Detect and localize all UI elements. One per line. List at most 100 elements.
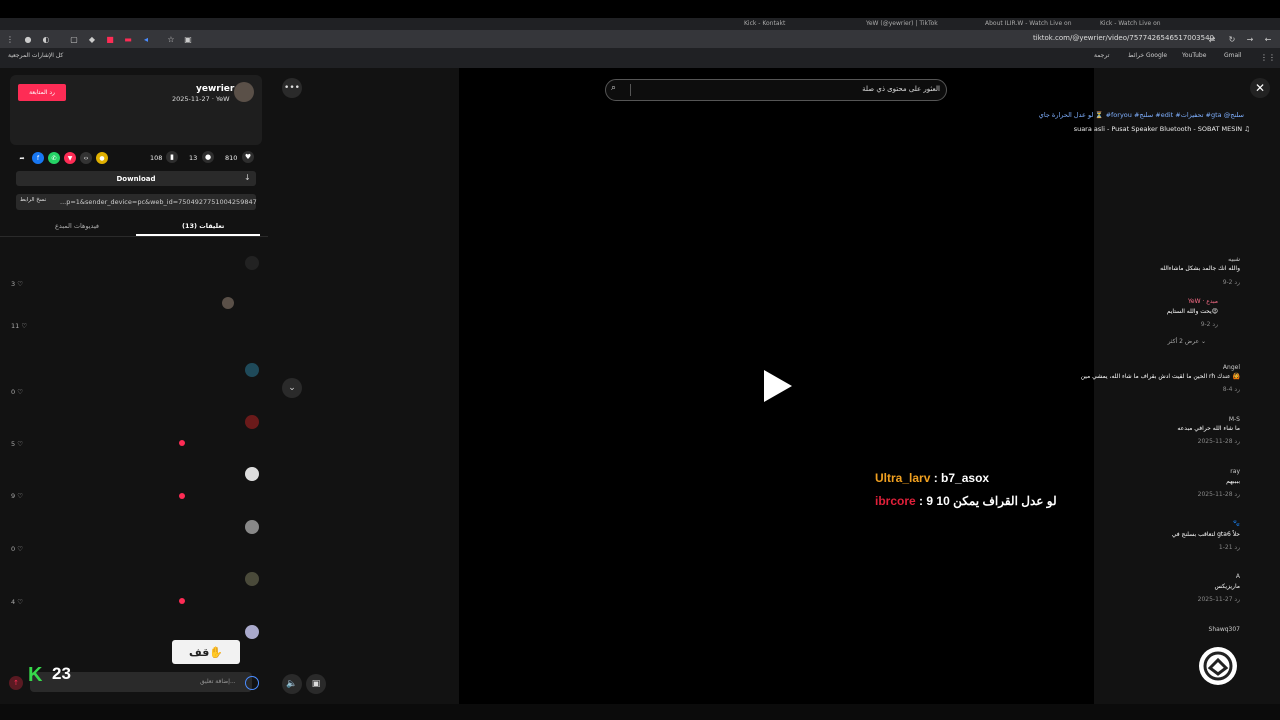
forward-icon[interactable]: →	[1244, 33, 1256, 45]
heart-icon[interactable]: ♥	[242, 151, 254, 163]
browser-tab[interactable]: About ILIR.W - Watch Live on	[985, 20, 1080, 30]
back-icon[interactable]: ←	[1262, 33, 1274, 45]
reload-icon[interactable]: ↻	[1226, 33, 1238, 45]
author-username[interactable]: yewrier	[196, 84, 234, 94]
download-arrow-icon: ↓	[244, 173, 251, 182]
all-bookmarks[interactable]: كل الإشارات المرجعية	[8, 52, 63, 59]
bookmark-star-icon[interactable]: ☆	[165, 33, 177, 45]
more-options-button[interactable]: •••	[282, 78, 302, 98]
extension-icon[interactable]: ▬	[122, 33, 134, 45]
comment-author[interactable]: YeW · مبدع	[1188, 298, 1218, 305]
comment-meta[interactable]: 9-2 رد	[1201, 321, 1218, 328]
avatar[interactable]	[245, 625, 259, 639]
copy-link-button[interactable]: نسخ الرابط	[20, 197, 46, 203]
close-icon[interactable]: ✕	[1250, 78, 1270, 98]
browser-tab[interactable]: Kick - Watch Live on	[1100, 20, 1195, 30]
comment-text: ماريزيكس	[1214, 583, 1240, 590]
comment-text: والله انك جالمد بشكل ماشاءالله	[1160, 265, 1240, 272]
post-comment-icon[interactable]: ↑	[9, 676, 23, 690]
window-top-strip	[0, 0, 1280, 18]
avatar[interactable]	[245, 363, 259, 377]
comment-likes[interactable]: 11 ♡	[11, 322, 27, 330]
coin-icon[interactable]: ●	[96, 152, 108, 164]
comment-meta[interactable]: 2025-11-27 رد	[1198, 596, 1240, 603]
bookmark-icon[interactable]: ▮	[166, 151, 178, 163]
tiktok-share-icon[interactable]: ▼	[64, 152, 76, 164]
avatar[interactable]	[245, 415, 259, 429]
facebook-icon[interactable]: f	[32, 152, 44, 164]
comment-likes[interactable]: 9 ♡	[11, 492, 23, 500]
avatar[interactable]	[245, 467, 259, 481]
comment-likes[interactable]: 0 ♡	[11, 545, 23, 553]
comment-author[interactable]: Angel	[1223, 364, 1240, 371]
comment-author[interactable]: A	[1236, 573, 1240, 580]
comment-author[interactable]: 🐾	[1233, 520, 1240, 527]
author-avatar[interactable]	[234, 82, 254, 102]
avatar[interactable]	[245, 256, 259, 270]
comment-author[interactable]: Shawq307	[1209, 626, 1240, 633]
extension-icon[interactable]: ●	[22, 33, 34, 45]
extension-icon[interactable]: ◂	[140, 33, 152, 45]
creator-liked-dot	[179, 493, 185, 499]
address-bar[interactable]: tiktok.com/@yewrier/video/75774265465170…	[1033, 34, 1214, 42]
site-settings-icon[interactable]: ⇄	[1206, 33, 1218, 45]
share-icon[interactable]: ➦	[16, 152, 28, 164]
comment-likes[interactable]: 5 ♡	[11, 440, 23, 448]
comment-author[interactable]: ray	[1230, 468, 1240, 475]
picture-in-picture-button[interactable]: ▣	[306, 674, 326, 694]
show-more-replies[interactable]: عرض 2 أكثر ⌄	[1168, 338, 1206, 345]
comment-text: يحت والله الستايم😍	[1166, 308, 1218, 315]
bookmark-youtube[interactable]: YouTube	[1182, 52, 1206, 59]
comment-likes[interactable]: 4 ♡	[11, 598, 23, 606]
embed-icon[interactable]: ‹›	[80, 152, 92, 164]
menu-icon[interactable]: ⋮	[4, 33, 16, 45]
browser-tab-active[interactable]: YeW (@yewrier) | TikTok	[866, 20, 966, 30]
extension-icon[interactable]: ◐	[40, 33, 52, 45]
volume-button[interactable]: 🔈	[282, 674, 302, 694]
follow-back-button[interactable]: رد المتابعة	[18, 84, 66, 101]
avatar[interactable]	[245, 520, 259, 534]
emoji-button[interactable]	[245, 676, 259, 690]
comment-input-placeholder: إضافة تعليق...	[200, 678, 236, 685]
post-date: 2025-11-27 · YeW	[172, 95, 230, 103]
shield-icon[interactable]: ◆	[86, 33, 98, 45]
comment-meta[interactable]: 8-4 رد	[1223, 386, 1240, 393]
avatar[interactable]	[245, 572, 259, 586]
apps-icon[interactable]: ⋮⋮	[1260, 51, 1276, 63]
comment-meta[interactable]: 2025-11-28 رد	[1198, 438, 1240, 445]
music-link[interactable]: suara asli - Pusat Speaker Bluetooth - S…	[1074, 125, 1250, 133]
cast-icon[interactable]: ▣	[182, 33, 194, 45]
like-count: 810	[225, 154, 238, 162]
whatsapp-icon[interactable]: ✆	[48, 152, 60, 164]
play-icon[interactable]	[764, 370, 792, 402]
comment-author[interactable]: M-S	[1229, 416, 1240, 423]
comment-meta[interactable]: 2025-11-28 رد	[1198, 491, 1240, 498]
tab-comments[interactable]: تعليقات (13)	[182, 222, 224, 230]
comment-author[interactable]: شبيه	[1228, 256, 1240, 263]
chat-overlay-line: Ultra_larv : b7_asox	[875, 471, 990, 485]
bookmark-translate[interactable]: ترجمة	[1094, 52, 1109, 59]
comment-text: ببببهم	[1226, 478, 1240, 485]
save-count: 108	[150, 154, 163, 162]
search-icon[interactable]: ⌕	[611, 83, 616, 93]
download-button[interactable]: Download	[16, 171, 256, 186]
browser-tab[interactable]: Kick - Kontakt	[744, 20, 834, 30]
extension-icon[interactable]: ▢	[68, 33, 80, 45]
tab-creator-videos[interactable]: فيديوهات المبدع	[55, 222, 99, 230]
next-video-button[interactable]: ⌄	[282, 378, 302, 398]
video-link[interactable]: ...p=1&sender_device=pc&web_id=750492775…	[60, 198, 257, 206]
comment-count: 13	[189, 154, 198, 162]
comment-likes[interactable]: 0 ♡	[11, 388, 23, 396]
comment-meta[interactable]: 9-2 رد	[1223, 279, 1240, 286]
kick-viewer-count: 23	[52, 664, 71, 683]
bookmark-maps[interactable]: خرائط Google	[1128, 52, 1167, 59]
comment-sticker: قف✋	[172, 640, 240, 664]
extension-icon[interactable]: ■	[104, 33, 116, 45]
comment-likes[interactable]: 3 ♡	[11, 280, 23, 288]
creator-liked-dot	[179, 598, 185, 604]
post-caption: لو عدل الحرارة جاي ⏳ #foryou #سلنج #edit…	[1038, 111, 1244, 119]
comment-icon[interactable]: ●	[202, 151, 214, 163]
avatar[interactable]	[222, 297, 234, 309]
bookmark-gmail[interactable]: Gmail	[1224, 52, 1242, 59]
comment-meta[interactable]: 1-21 رد	[1219, 544, 1240, 551]
